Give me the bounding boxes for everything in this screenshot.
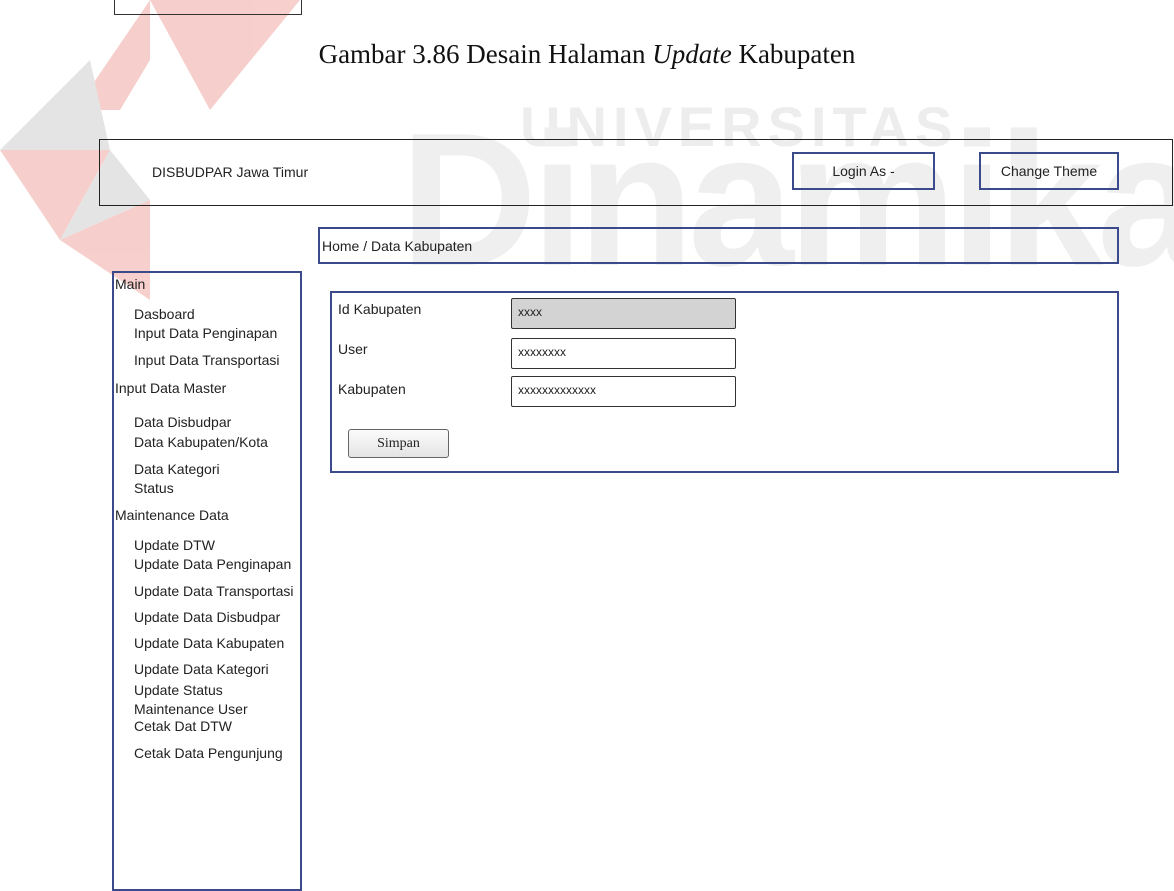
sidebar-item-status[interactable]: Status (134, 480, 174, 496)
sidebar-item-data-disbudpar[interactable]: Data Disbudpar (134, 414, 231, 430)
sidebar-item-update-disbudpar[interactable]: Update Data Disbudpar (134, 609, 280, 625)
sidebar-item-update-kategori[interactable]: Update Data Kategori (134, 661, 269, 677)
caption-prefix: Gambar 3.86 Desain Halaman (318, 39, 653, 69)
previous-figure-box (114, 0, 302, 15)
breadcrumb: Home / Data Kabupaten (318, 227, 1119, 264)
user-field[interactable]: xxxxxxxx (511, 338, 736, 369)
sidebar-item-data-kabupaten[interactable]: Data Kabupaten/Kota (134, 434, 268, 450)
sidebar-item-update-kabupaten[interactable]: Update Data Kabupaten (134, 635, 284, 651)
sidebar-item-update-penginapan[interactable]: Update Data Penginapan (134, 556, 291, 572)
sidebar-item-cetak-dtw[interactable]: Cetak Dat DTW (134, 718, 232, 734)
simpan-button[interactable]: Simpan (348, 429, 449, 458)
sidebar-item-update-transportasi[interactable]: Update Data Transportasi (134, 583, 294, 599)
sidebar-section-maintenance: Maintenance Data (115, 507, 229, 523)
sidebar-item-input-penginapan[interactable]: Input Data Penginapan (134, 325, 277, 341)
sidebar-nav: Main Dasboard Input Data Penginapan Inpu… (112, 271, 302, 891)
brand-title: DISBUDPAR Jawa Timur (152, 164, 309, 180)
caption-italic: Update (652, 39, 732, 69)
sidebar-section-input-master: Input Data Master (115, 380, 227, 396)
caption-suffix: Kabupaten (731, 39, 856, 69)
sidebar-item-input-transportasi[interactable]: Input Data Transportasi (134, 352, 280, 368)
sidebar-section-main: Main (115, 276, 146, 292)
sidebar-item-cetak-pengunjung[interactable]: Cetak Data Pengunjung (134, 745, 283, 761)
user-label: User (338, 341, 368, 357)
update-kabupaten-form: Id Kabupaten xxxx User xxxxxxxx Kabupate… (330, 291, 1119, 473)
id-kabupaten-field: xxxx (511, 298, 736, 329)
app-header: DISBUDPAR Jawa Timur Login As - Change T… (99, 139, 1173, 206)
sidebar-item-data-kategori[interactable]: Data Kategori (134, 461, 220, 477)
login-as-button[interactable]: Login As - (792, 152, 935, 190)
id-kabupaten-label: Id Kabupaten (338, 301, 422, 317)
change-theme-button[interactable]: Change Theme (979, 152, 1119, 190)
sidebar-item-update-status[interactable]: Update Status (134, 682, 223, 698)
kabupaten-label: Kabupaten (338, 381, 406, 397)
sidebar-item-maintenance-user[interactable]: Maintenance User (134, 701, 248, 717)
figure-caption: Gambar 3.86 Desain Halaman Update Kabupa… (0, 39, 1174, 70)
sidebar-item-update-dtw[interactable]: Update DTW (134, 537, 215, 553)
sidebar-item-dasboard[interactable]: Dasboard (134, 306, 195, 322)
kabupaten-field[interactable]: xxxxxxxxxxxxx (511, 376, 736, 407)
